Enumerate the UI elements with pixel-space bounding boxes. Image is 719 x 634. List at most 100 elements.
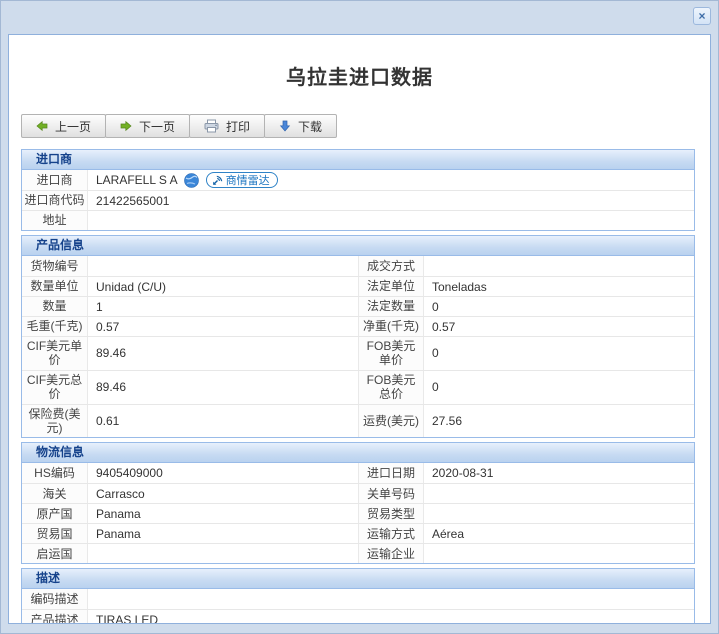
field-label: 海关 [22,484,88,503]
field-value: LARAFELL S A [88,170,694,190]
table-row: 进口商代码 21422565001 [22,190,694,210]
print-label: 打印 [226,118,250,135]
table-row: 启运国 运输企业 [22,543,694,563]
field-value [424,544,694,563]
download-label: 下载 [298,118,322,135]
field-value: 27.56 [424,405,694,438]
field-label: 法定单位 [358,277,424,296]
field-label: 原产国 [22,504,88,523]
field-label: FOB美元单价 [358,337,424,370]
field-value [424,504,694,523]
field-value: 9405409000 [88,463,358,483]
field-label: 运输方式 [358,524,424,543]
table-row: CIF美元总价 89.46 FOB美元总价 0 [22,370,694,404]
field-value [424,256,694,276]
arrow-down-icon [279,120,291,132]
field-value: 2020-08-31 [424,463,694,483]
field-label: 编码描述 [22,589,88,609]
next-page-button[interactable]: 下一页 [105,114,190,138]
section-product-info: 产品信息 货物编号 成交方式 数量单位 Unidad (C/U) 法定单位 To… [21,235,695,438]
table-row: 地址 [22,210,694,230]
dialog-panel: 乌拉圭进口数据 上一页 下一页 [8,34,711,624]
close-icon: × [698,10,705,22]
field-label: 成交方式 [358,256,424,276]
table-row: 编码描述 [22,589,694,609]
globe-icon[interactable] [184,173,199,188]
business-radar-badge[interactable]: 商情雷达 [206,172,278,188]
section-description: 描述 编码描述 产品描述 TIRAS LED [21,568,695,624]
field-value: Unidad (C/U) [88,277,358,296]
field-label: 进口日期 [358,463,424,483]
section-description-header: 描述 [22,569,694,589]
field-value [88,589,694,609]
field-value: 89.46 [88,371,358,404]
table-row: 毛重(千克) 0.57 净重(千克) 0.57 [22,316,694,336]
arrow-right-icon [120,120,132,132]
next-page-label: 下一页 [139,118,175,135]
page-title: 乌拉圭进口数据 [9,61,710,90]
prev-page-label: 上一页 [55,118,91,135]
field-value: 0 [424,371,694,404]
field-label: 贸易国 [22,524,88,543]
field-value: 1 [88,297,358,316]
table-row: 保险费(美元) 0.61 运费(美元) 27.56 [22,404,694,438]
table-row: 进口商 LARAFELL S A [22,170,694,190]
field-label: 进口商 [22,170,88,190]
field-label: 数量 [22,297,88,316]
table-row: 数量 1 法定数量 0 [22,296,694,316]
field-label: 毛重(千克) [22,317,88,336]
section-importer: 进口商 进口商 LARAFELL S A [21,149,695,231]
field-label: 贸易类型 [358,504,424,523]
field-label: 法定数量 [358,297,424,316]
section-logistics-header: 物流信息 [22,443,694,463]
prev-page-button[interactable]: 上一页 [21,114,106,138]
table-row: 货物编号 成交方式 [22,256,694,276]
table-row: 原产国 Panama 贸易类型 [22,503,694,523]
field-label: 运输企业 [358,544,424,563]
field-value: 21422565001 [88,191,694,210]
field-label: 产品描述 [22,610,88,624]
printer-icon [204,119,219,133]
field-value: 0.61 [88,405,358,438]
field-label: 货物编号 [22,256,88,276]
section-logistics-info: 物流信息 HS编码 9405409000 进口日期 2020-08-31 海关 … [21,442,695,564]
field-value: Panama [88,504,358,523]
section-product-header: 产品信息 [22,236,694,256]
import-data-dialog: × 乌拉圭进口数据 上一页 下一页 [0,0,719,634]
table-row: 贸易国 Panama 运输方式 Aérea [22,523,694,543]
radar-icon [212,175,223,186]
toolbar: 上一页 下一页 打印 [21,114,710,138]
importer-name: LARAFELL S A [96,173,178,187]
field-value: 0.57 [424,317,694,336]
field-label: 地址 [22,211,88,230]
field-value: Toneladas [424,277,694,296]
field-label: 启运国 [22,544,88,563]
business-radar-label: 商情雷达 [226,172,270,188]
field-label: FOB美元总价 [358,371,424,404]
field-value [88,211,694,230]
table-row: 数量单位 Unidad (C/U) 法定单位 Toneladas [22,276,694,296]
field-value: 0 [424,337,694,370]
field-label: 数量单位 [22,277,88,296]
field-label: 净重(千克) [358,317,424,336]
download-button[interactable]: 下载 [264,114,337,138]
detail-tables: 进口商 进口商 LARAFELL S A [21,149,695,624]
close-button[interactable]: × [693,7,711,25]
field-value: Carrasco [88,484,358,503]
table-row: HS编码 9405409000 进口日期 2020-08-31 [22,463,694,483]
field-value: 0.57 [88,317,358,336]
print-button[interactable]: 打印 [189,114,265,138]
table-row: 海关 Carrasco 关单号码 [22,483,694,503]
section-importer-header: 进口商 [22,150,694,170]
field-label: 保险费(美元) [22,405,88,438]
field-value: 89.46 [88,337,358,370]
field-label: HS编码 [22,463,88,483]
field-label: 运费(美元) [358,405,424,438]
field-label: 关单号码 [358,484,424,503]
table-row: CIF美元单价 89.46 FOB美元单价 0 [22,336,694,370]
field-value: Panama [88,524,358,543]
field-value [88,256,358,276]
field-value [88,544,358,563]
field-label: CIF美元单价 [22,337,88,370]
field-value [424,484,694,503]
